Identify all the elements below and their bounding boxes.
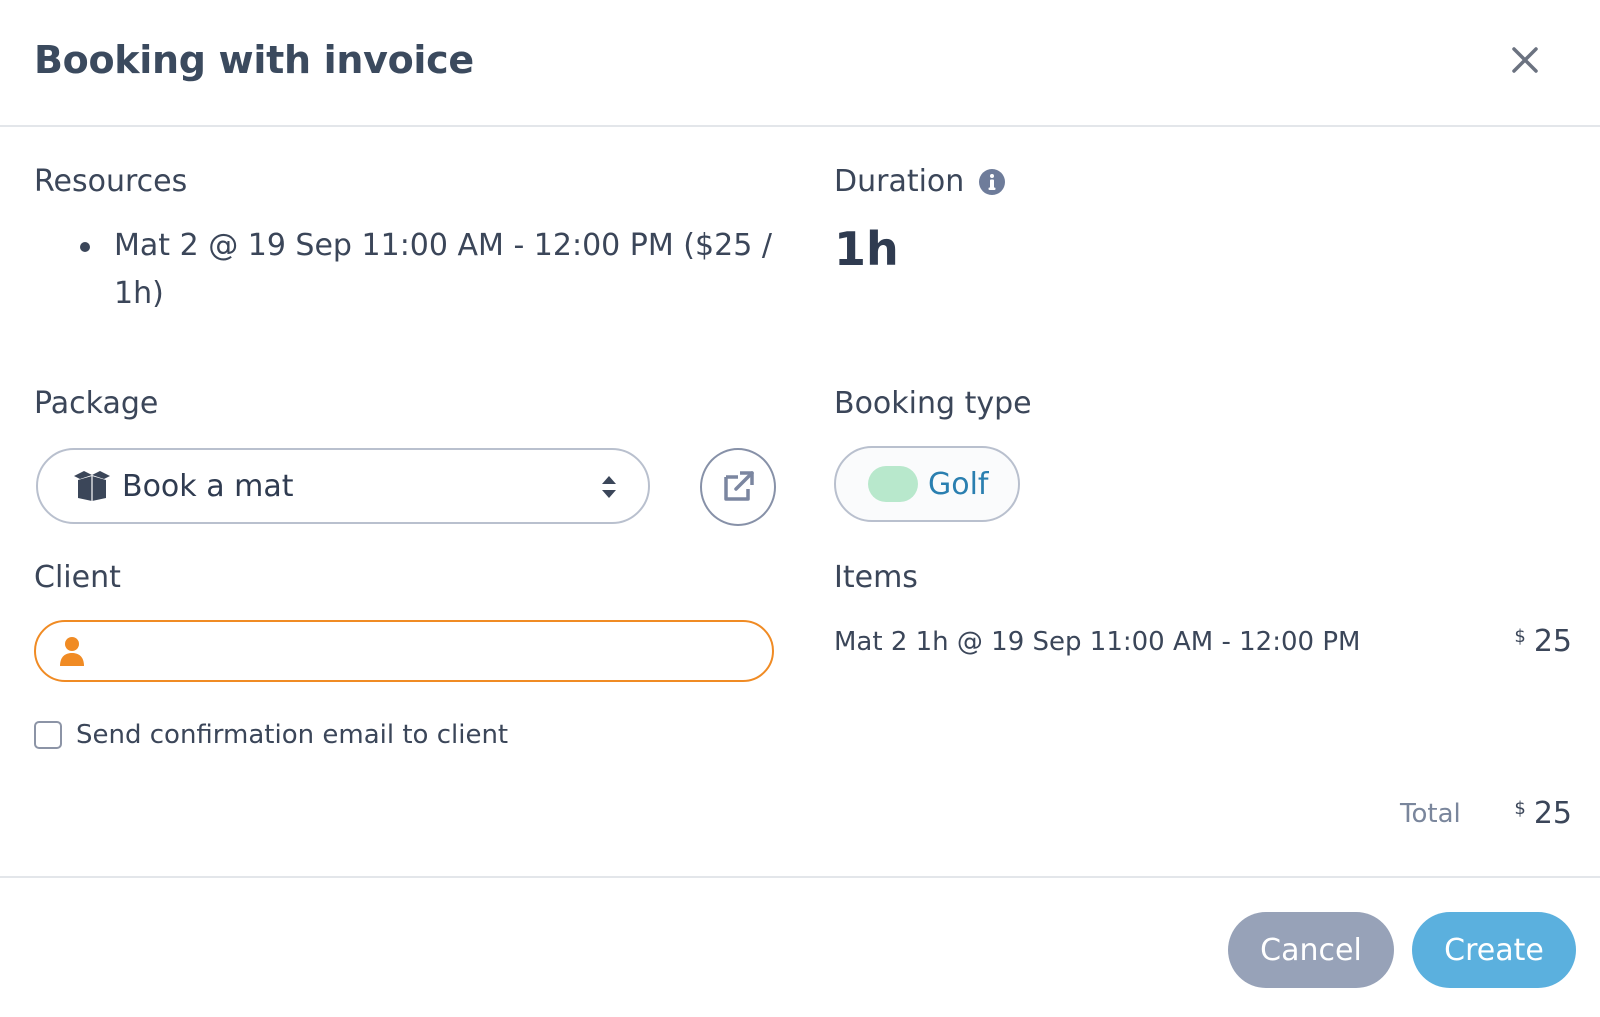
create-button[interactable]: Create (1412, 912, 1576, 988)
modal-footer: Cancel Create (0, 876, 1600, 1017)
total-amount: 25 (1533, 796, 1572, 831)
item-row: Mat 2 1h @ 19 Sep 11:00 AM - 12:00 PM $ … (834, 624, 1572, 659)
items-label: Items (834, 560, 918, 595)
total-currency: $ (1514, 798, 1526, 819)
chevron-updown-icon (602, 476, 616, 498)
confirmation-checkbox[interactable] (34, 721, 62, 749)
info-icon[interactable] (978, 168, 1006, 196)
client-input[interactable] (98, 636, 772, 666)
modal-header: Booking with invoice (0, 0, 1600, 127)
user-icon (60, 637, 84, 666)
box-icon (74, 471, 110, 501)
duration-label-row: Duration (834, 164, 1006, 199)
item-price: $ 25 (1514, 624, 1572, 659)
booking-type-label: Booking type (834, 386, 1032, 421)
open-package-button[interactable] (700, 448, 776, 526)
client-label: Client (34, 560, 121, 595)
client-field[interactable] (34, 620, 774, 682)
total-price: $ 25 (1514, 796, 1572, 831)
modal-title: Booking with invoice (34, 38, 474, 82)
resources-label: Resources (34, 164, 188, 199)
resources-list: Mat 2 @ 19 Sep 11:00 AM - 12:00 PM ($25 … (80, 222, 780, 318)
total-label: Total (1400, 798, 1461, 829)
resource-item: Mat 2 @ 19 Sep 11:00 AM - 12:00 PM ($25 … (114, 228, 772, 311)
total-row: Total $ 25 (1400, 796, 1572, 831)
item-description: Mat 2 1h @ 19 Sep 11:00 AM - 12:00 PM (834, 626, 1361, 657)
package-select[interactable]: Book a mat (36, 448, 650, 524)
duration-value: 1h (834, 222, 899, 276)
booking-type-pill[interactable]: Golf (834, 446, 1020, 522)
booking-modal: Booking with invoice Resources Mat 2 @ 1… (0, 0, 1600, 1017)
bullet-icon (80, 242, 90, 252)
cancel-button[interactable]: Cancel (1228, 912, 1394, 988)
external-link-icon (724, 471, 754, 501)
item-currency: $ (1514, 626, 1526, 647)
duration-label: Duration (834, 164, 965, 199)
item-amount: 25 (1533, 624, 1572, 659)
close-icon[interactable] (1512, 40, 1570, 80)
booking-type-value: Golf (928, 466, 989, 502)
package-selected: Book a mat (122, 468, 294, 504)
booking-type-swatch (868, 466, 918, 502)
package-label: Package (34, 386, 159, 421)
confirmation-checkbox-row[interactable]: Send confirmation email to client (34, 720, 508, 750)
confirmation-label: Send confirmation email to client (76, 720, 509, 750)
